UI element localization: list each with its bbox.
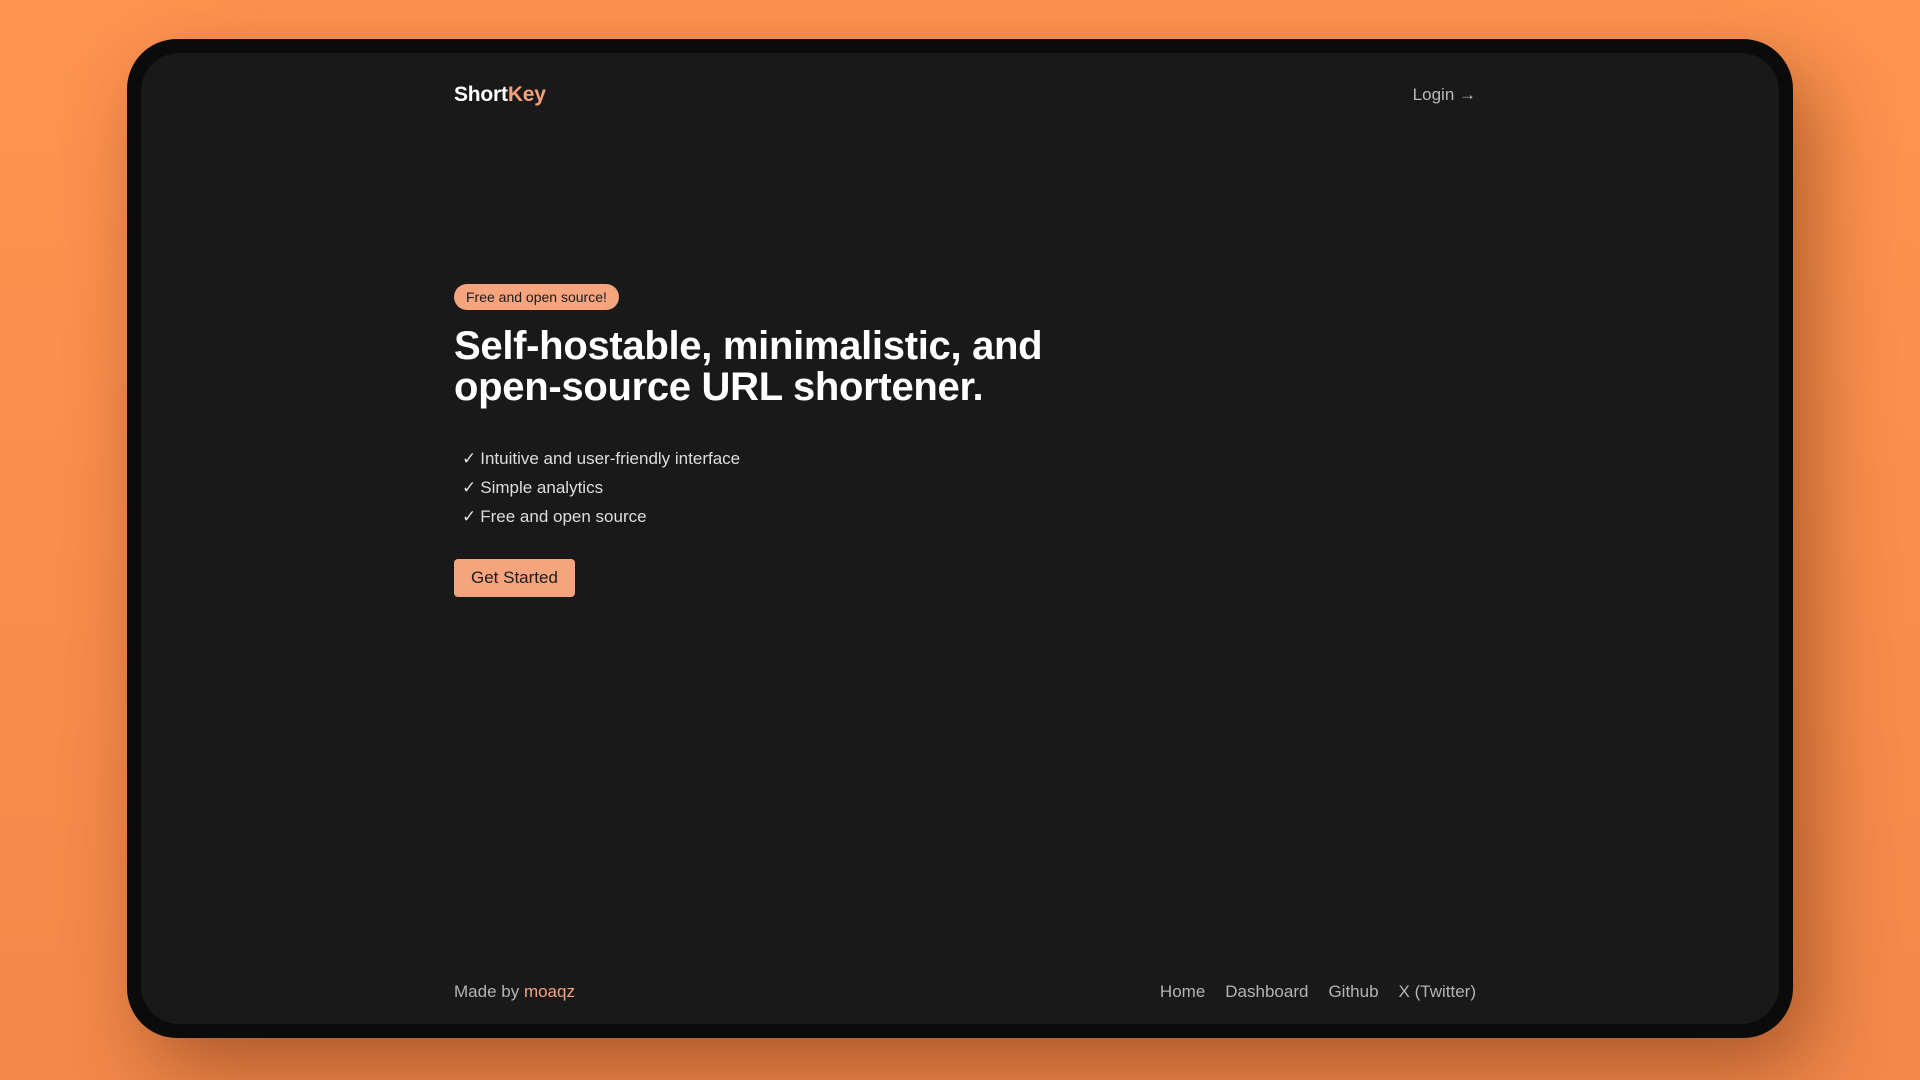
- made-by-label: Made by: [454, 982, 520, 1001]
- hero-section: Free and open source! Self-hostable, min…: [454, 284, 1154, 597]
- app-screen: ShortKey Login → Free and open source! S…: [141, 53, 1779, 1024]
- logo[interactable]: ShortKey: [454, 83, 546, 107]
- made-by-credit: Made by moaqz: [454, 982, 575, 1002]
- author-link[interactable]: moaqz: [524, 982, 575, 1001]
- checkmark-icon: ✓: [462, 449, 477, 468]
- device-frame: ShortKey Login → Free and open source! S…: [127, 39, 1793, 1038]
- feature-item: ✓ Free and open source: [462, 502, 1154, 531]
- headline-line-2: open-source URL shortener.: [454, 365, 984, 409]
- footer-link-home[interactable]: Home: [1160, 982, 1205, 1002]
- open-source-badge: Free and open source!: [454, 284, 619, 310]
- footer-link-dashboard[interactable]: Dashboard: [1225, 982, 1308, 1002]
- login-link[interactable]: Login →: [1413, 85, 1476, 105]
- page-title: Self-hostable, minimalistic, and open-so…: [454, 326, 1154, 408]
- footer-link-twitter[interactable]: X (Twitter): [1399, 982, 1476, 1002]
- feature-list: ✓ Intuitive and user-friendly interface ✓…: [454, 444, 1154, 531]
- footer-link-github[interactable]: Github: [1328, 982, 1378, 1002]
- logo-text-short: Short: [454, 83, 508, 106]
- top-navigation: ShortKey Login →: [454, 71, 1476, 119]
- page-footer: Made by moaqz Home Dashboard Github X (T…: [454, 972, 1476, 1012]
- page-container: ShortKey Login → Free and open source! S…: [454, 53, 1476, 1024]
- get-started-button[interactable]: Get Started: [454, 559, 575, 597]
- feature-item: ✓ Simple analytics: [462, 473, 1154, 502]
- feature-item: ✓ Intuitive and user-friendly interface: [462, 444, 1154, 473]
- feature-label: Intuitive and user-friendly interface: [480, 449, 741, 468]
- headline-line-1: Self-hostable, minimalistic, and: [454, 324, 1043, 368]
- checkmark-icon: ✓: [462, 478, 477, 497]
- footer-nav: Home Dashboard Github X (Twitter): [1160, 982, 1476, 1002]
- checkmark-icon: ✓: [462, 507, 477, 526]
- feature-label: Free and open source: [480, 507, 647, 526]
- feature-label: Simple analytics: [480, 478, 604, 497]
- logo-text-key: Key: [507, 83, 546, 106]
